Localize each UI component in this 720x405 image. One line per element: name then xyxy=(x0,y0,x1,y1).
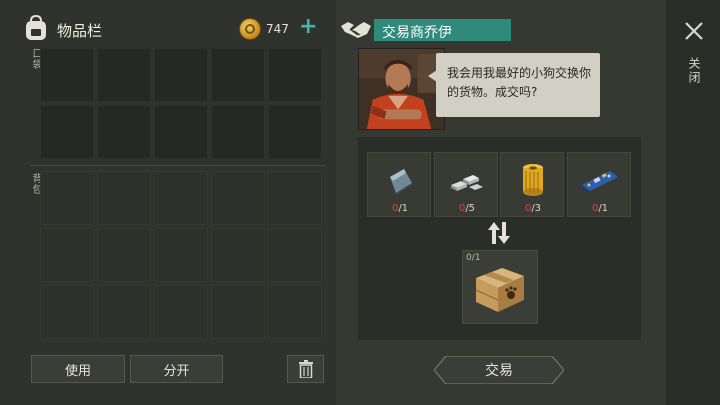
pocket-slot[interactable] xyxy=(268,48,322,102)
required-item-slot[interactable]: 0/1 xyxy=(367,152,431,217)
backpack-slot[interactable] xyxy=(97,285,151,339)
pocket-slot[interactable] xyxy=(97,48,151,102)
pocket-slot[interactable] xyxy=(268,105,322,159)
trader-message: 我会用我最好的小狗交换你的货物。成交吗? xyxy=(447,66,592,99)
backpack-slot[interactable] xyxy=(211,171,265,225)
backpack-slot[interactable] xyxy=(97,228,151,282)
oil-filter-icon xyxy=(523,164,543,196)
backpack-slot[interactable] xyxy=(268,228,322,282)
add-coins-button[interactable]: + xyxy=(299,16,317,38)
close-icon[interactable] xyxy=(683,20,705,42)
inventory-title: 物品栏 xyxy=(57,22,103,40)
metal-bars-icon xyxy=(451,175,483,191)
pocket-slot[interactable] xyxy=(211,48,265,102)
backpack-slot[interactable] xyxy=(268,285,322,339)
needed-count: /1 xyxy=(598,203,609,214)
backpack-slot[interactable] xyxy=(211,285,265,339)
trader-name: 交易商乔伊 xyxy=(382,25,452,41)
required-item-slot[interactable]: 0/1 xyxy=(567,152,631,217)
coin-count: 747 xyxy=(266,22,289,36)
handshake-icon xyxy=(341,22,371,38)
backpack-grid xyxy=(40,171,322,339)
section-divider xyxy=(30,165,326,166)
needed-count: /3 xyxy=(531,203,542,214)
backpack-slot[interactable] xyxy=(97,171,151,225)
backpack-slot[interactable] xyxy=(154,285,208,339)
dog-crate-box-icon xyxy=(475,268,524,312)
needed-count: /5 xyxy=(465,203,476,214)
backpack-slot[interactable] xyxy=(268,171,322,225)
required-count: 0/1 xyxy=(368,203,432,214)
metal-plate-icon xyxy=(390,169,412,195)
close-label[interactable]: 关闭 xyxy=(686,57,703,85)
trash-button[interactable] xyxy=(287,355,324,383)
use-button[interactable]: 使用 xyxy=(31,355,125,383)
backpack-slot[interactable] xyxy=(154,228,208,282)
required-item-slot[interactable]: 0/3 xyxy=(500,152,564,217)
coin-emblem xyxy=(245,24,255,34)
coin-icon xyxy=(239,18,261,40)
backpack-slot[interactable] xyxy=(40,285,94,339)
pocket-slot[interactable] xyxy=(154,105,208,159)
needed-count: /1 xyxy=(398,203,409,214)
backpack-icon xyxy=(26,14,46,40)
required-count: 0/5 xyxy=(435,203,499,214)
backpack-slot[interactable] xyxy=(40,228,94,282)
required-item-slot[interactable]: 0/5 xyxy=(434,152,498,217)
split-button[interactable]: 分开 xyxy=(130,355,223,383)
required-count: 0/3 xyxy=(501,203,565,214)
exchange-arrows-icon xyxy=(488,222,510,244)
pocket-slot[interactable] xyxy=(97,105,151,159)
trade-button[interactable]: 交易 xyxy=(434,356,564,384)
pocket-slot[interactable] xyxy=(154,48,208,102)
pocket-grid xyxy=(40,48,322,159)
backpack-slot[interactable] xyxy=(154,171,208,225)
pocket-slot[interactable] xyxy=(40,105,94,159)
pocket-slot[interactable] xyxy=(211,105,265,159)
required-count: 0/1 xyxy=(568,203,632,214)
pocket-slot[interactable] xyxy=(40,48,94,102)
backpack-slot[interactable] xyxy=(211,228,265,282)
backpack-slot[interactable] xyxy=(40,171,94,225)
circuit-board-icon xyxy=(582,171,618,193)
trash-icon xyxy=(298,360,313,378)
trader-portrait xyxy=(358,48,445,130)
speech-bubble-tail xyxy=(428,70,437,82)
